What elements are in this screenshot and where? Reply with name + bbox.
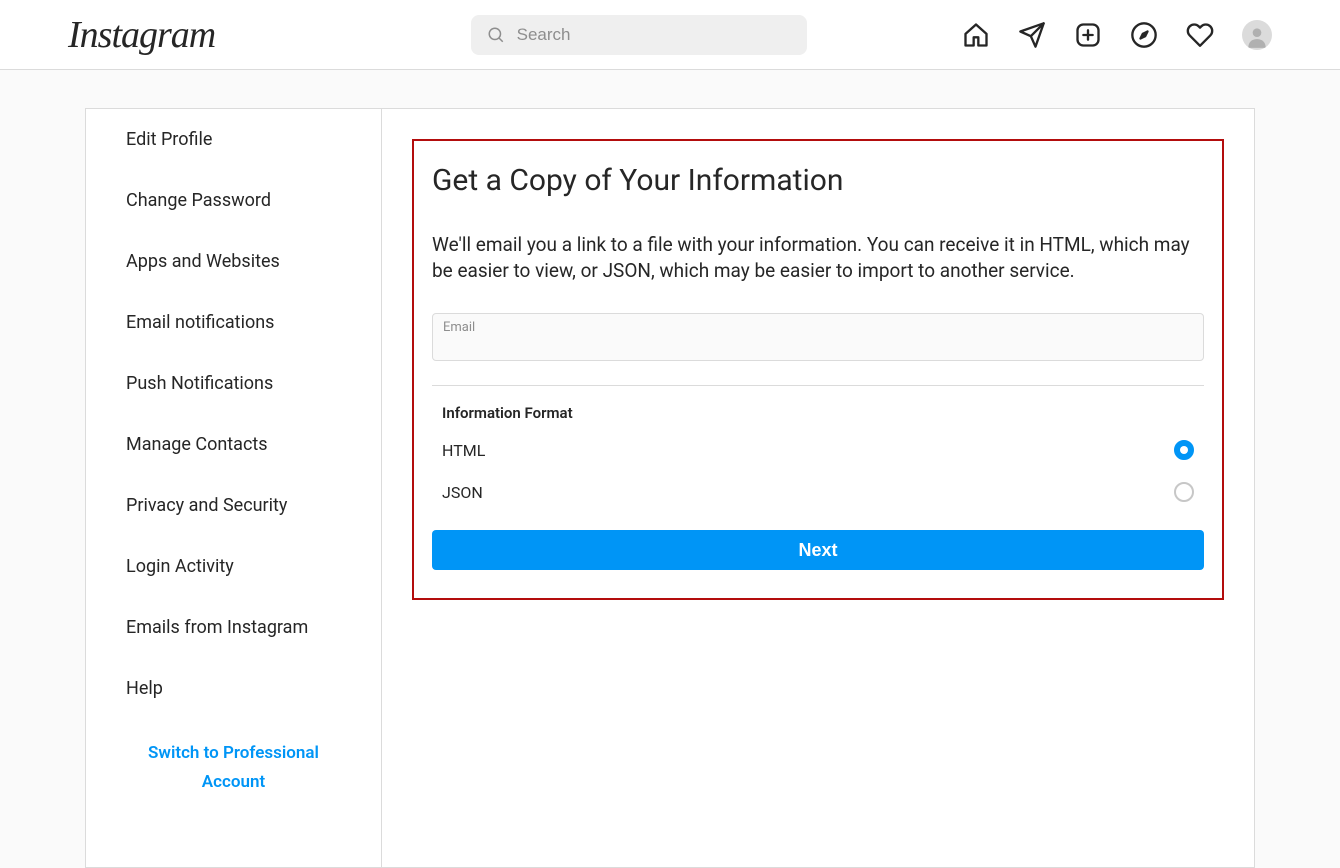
activity-icon[interactable]	[1186, 21, 1214, 49]
format-option-html-label: HTML	[442, 441, 485, 460]
format-heading: Information Format	[442, 404, 1194, 422]
email-field[interactable]: Email	[432, 313, 1204, 361]
radio-selected-icon[interactable]	[1174, 440, 1194, 460]
next-button[interactable]: Next	[432, 530, 1204, 570]
search-input[interactable]	[517, 25, 791, 45]
new-post-icon[interactable]	[1074, 21, 1102, 49]
sidebar-item-login-activity[interactable]: Login Activity	[86, 536, 381, 597]
radio-unselected-icon[interactable]	[1174, 482, 1194, 502]
page-description: We'll email you a link to a file with yo…	[432, 232, 1204, 283]
nav-icons	[962, 20, 1272, 50]
search-icon	[487, 26, 505, 44]
sidebar-item-change-password[interactable]: Change Password	[86, 170, 381, 231]
format-option-html[interactable]: HTML	[432, 440, 1204, 460]
settings-main: Get a Copy of Your Information We'll ema…	[382, 109, 1254, 867]
email-label: Email	[443, 320, 475, 335]
divider	[432, 385, 1204, 386]
instagram-logo[interactable]: Instagram	[68, 13, 215, 57]
messages-icon[interactable]	[1018, 21, 1046, 49]
download-data-panel: Get a Copy of Your Information We'll ema…	[412, 139, 1224, 600]
sidebar-item-apps-websites[interactable]: Apps and Websites	[86, 231, 381, 292]
sidebar-item-emails-instagram[interactable]: Emails from Instagram	[86, 597, 381, 658]
sidebar-item-help[interactable]: Help	[86, 658, 381, 719]
page-title: Get a Copy of Your Information	[432, 163, 1204, 198]
sidebar-item-edit-profile[interactable]: Edit Profile	[86, 109, 381, 170]
explore-icon[interactable]	[1130, 21, 1158, 49]
format-option-json-label: JSON	[442, 483, 483, 502]
settings-page: Edit Profile Change Password Apps and We…	[85, 108, 1255, 868]
sidebar-item-manage-contacts[interactable]: Manage Contacts	[86, 414, 381, 475]
home-icon[interactable]	[962, 21, 990, 49]
switch-professional-link[interactable]: Switch to Professional Account	[86, 719, 381, 817]
format-option-json[interactable]: JSON	[432, 482, 1204, 502]
search-container[interactable]	[471, 15, 807, 55]
top-navigation: Instagram	[0, 0, 1340, 70]
sidebar-item-email-notifications[interactable]: Email notifications	[86, 292, 381, 353]
sidebar-item-privacy-security[interactable]: Privacy and Security	[86, 475, 381, 536]
settings-sidebar: Edit Profile Change Password Apps and We…	[86, 109, 382, 867]
profile-avatar[interactable]	[1242, 20, 1272, 50]
sidebar-item-push-notifications[interactable]: Push Notifications	[86, 353, 381, 414]
